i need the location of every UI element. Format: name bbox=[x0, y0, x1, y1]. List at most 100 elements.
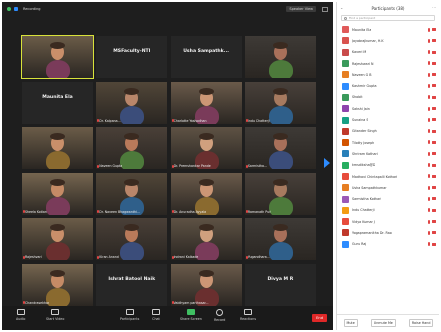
participant-status-icons bbox=[427, 174, 436, 179]
tile-display-name: Maunita Ela bbox=[42, 94, 73, 100]
mute-all-button[interactable]: Mute bbox=[343, 318, 358, 327]
toolbar-reactions-button[interactable]: Reactions bbox=[240, 309, 256, 321]
participant-row[interactable]: Kashmir Gupta bbox=[337, 80, 439, 91]
panel-title: Participants (38) bbox=[371, 5, 405, 11]
video-tile[interactable]: Rajeshvari bbox=[22, 218, 93, 260]
muted-mic-icon bbox=[427, 219, 430, 224]
participant-row[interactable]: Vidya Kumar J bbox=[337, 216, 439, 227]
participant-row[interactable]: Sakshi Jain bbox=[337, 103, 439, 114]
popout-icon[interactable]: ⋯ bbox=[432, 5, 436, 10]
search-icon bbox=[344, 16, 347, 20]
participant-silhouette bbox=[120, 242, 145, 260]
video-tile[interactable]: Indrani Kaikade bbox=[170, 218, 242, 260]
participant-name: Kaveri M bbox=[352, 50, 367, 55]
participant-search-input[interactable]: Find a participant bbox=[341, 15, 435, 21]
participant-row[interactable]: Jayabrajkumar, H.K bbox=[337, 35, 439, 46]
participant-row[interactable]: Rajeshwari N bbox=[337, 58, 439, 69]
fullscreen-icon[interactable] bbox=[322, 6, 328, 12]
participant-name: Yogapramanitha Dr. Rao bbox=[352, 230, 392, 235]
toolbar-chat-button[interactable]: Chat bbox=[152, 309, 160, 321]
video-tile[interactable]: Dr. Kalpana... bbox=[96, 81, 168, 124]
video-off-icon bbox=[432, 50, 436, 54]
participant-row[interactable]: Naveen G B bbox=[337, 69, 439, 80]
participant-status-icons bbox=[427, 106, 436, 111]
avatar bbox=[342, 26, 349, 34]
video-tile[interactable]: Chandrasekhar bbox=[22, 263, 93, 306]
participant-silhouette bbox=[268, 151, 293, 169]
participant-row[interactable]: Indu Chatterji bbox=[337, 205, 439, 216]
tile-name-label: Kiran Anand bbox=[99, 255, 119, 259]
video-camera-icon bbox=[51, 309, 60, 315]
panel-header: ⌄ Participants (38) ⋯ bbox=[337, 2, 439, 14]
video-tile[interactable]: Usha Sampathk... bbox=[170, 36, 242, 78]
tile-name-label: Yugandhara... bbox=[247, 255, 270, 259]
toolbar-participants-button[interactable]: Participants bbox=[120, 309, 139, 321]
participant-row[interactable]: Kaveri M bbox=[337, 47, 439, 58]
tile-name-label: Vaidhyam parthasar... bbox=[173, 300, 209, 305]
toolbar-share-screen-button[interactable]: Share Screen bbox=[180, 309, 202, 321]
video-tile[interactable] bbox=[244, 36, 316, 78]
video-tile[interactable]: Sarmistha... bbox=[244, 127, 316, 169]
participant-row[interactable]: kmsdiksha@D bbox=[337, 160, 439, 171]
video-tile[interactable]: Maunita Ela bbox=[22, 81, 93, 124]
video-tile[interactable]: Indu Chatterji bbox=[244, 81, 316, 124]
participant-row[interactable]: Tilotty Joseph bbox=[337, 137, 439, 148]
participant-row[interactable]: Usha Sampathkumar bbox=[337, 182, 439, 193]
end-meeting-button[interactable]: End bbox=[312, 314, 327, 322]
toolbar-microphone-button[interactable]: Audio bbox=[16, 309, 25, 321]
raise-hand-button[interactable]: Raise Hand bbox=[408, 318, 434, 327]
video-tile[interactable]: Vaidhyam parthasar... bbox=[170, 263, 242, 306]
video-tile[interactable]: Dr. Anuradha Ayyala bbox=[170, 172, 242, 215]
video-tile[interactable]: Divya M R bbox=[244, 263, 316, 306]
participant-name: Sakshi Jain bbox=[352, 106, 370, 111]
panel-footer: Mute Unmute Me Raise Hand bbox=[337, 314, 439, 330]
collapse-icon[interactable]: ⌄ bbox=[340, 5, 343, 10]
participant-row[interactable]: Gitander Singh bbox=[337, 126, 439, 137]
participant-row[interactable]: Shobit bbox=[337, 92, 439, 103]
meeting-toolbar: End Audio Start Video Participants Chat Shar… bbox=[2, 306, 333, 330]
participant-name: Vidya Kumar J bbox=[352, 219, 375, 224]
participant-row[interactable]: Maunita Ela bbox=[337, 24, 439, 35]
participant-row[interactable]: Guru Raj bbox=[337, 239, 439, 250]
participant-status-icons bbox=[427, 83, 436, 88]
participant-hair bbox=[272, 133, 288, 140]
video-tile[interactable] bbox=[21, 35, 94, 79]
unmute-me-button[interactable]: Unmute Me bbox=[370, 318, 396, 327]
next-page-arrow-icon[interactable] bbox=[324, 158, 330, 168]
video-tile[interactable]: Sheela Kotian bbox=[22, 172, 93, 215]
video-tile[interactable]: Yugandhara... bbox=[244, 218, 316, 260]
video-tile[interactable]: Dr. Naveen Bhagwanthi... bbox=[96, 172, 168, 215]
toolbar-video-camera-button[interactable]: Start Video bbox=[46, 309, 64, 321]
participant-status-icons bbox=[427, 72, 436, 77]
toolbar-record-button[interactable]: Record bbox=[214, 309, 225, 322]
video-off-icon bbox=[432, 28, 436, 31]
video-tile[interactable] bbox=[22, 127, 93, 169]
participant-row[interactable]: Madhavi Chintapalli Kothari bbox=[337, 171, 439, 182]
video-tile[interactable]: Charlotte Yashodhan bbox=[170, 81, 242, 124]
tile-name-label: Dr. Naveen Bhagwanthi... bbox=[99, 209, 140, 214]
tile-display-name: Divya M R bbox=[267, 276, 294, 282]
video-tile[interactable]: Ishrat Batool Naik bbox=[96, 263, 168, 306]
participant-name: Madhavi Chintapalli Kothari bbox=[352, 174, 398, 179]
video-tile[interactable]: Dr. Premshankar Pande bbox=[170, 127, 242, 169]
participant-row[interactable]: Shriram Kothari bbox=[337, 148, 439, 159]
participant-hair bbox=[198, 133, 214, 140]
participant-row[interactable]: Sarmistha Kothari bbox=[337, 193, 439, 204]
speaker-view-button[interactable]: Speaker View bbox=[286, 6, 316, 12]
search-placeholder: Find a participant bbox=[349, 16, 376, 20]
toolbar-label: Chat bbox=[152, 317, 160, 321]
video-tile[interactable]: Kiran Anand bbox=[96, 218, 168, 260]
video-tile[interactable]: Naveen Gupta bbox=[96, 127, 168, 169]
avatar bbox=[342, 116, 349, 124]
security-shield-icon[interactable] bbox=[14, 7, 18, 11]
participant-hair bbox=[50, 269, 65, 277]
tile-name-label: Sarmistha... bbox=[247, 164, 268, 168]
avatar bbox=[342, 184, 349, 192]
video-tile[interactable]: MSFaculty-NTI bbox=[96, 36, 168, 78]
participant-row[interactable]: Yogapramanitha Dr. Rao bbox=[337, 227, 439, 238]
avatar bbox=[342, 229, 349, 237]
tile-name-label: Chandrasekhar bbox=[25, 300, 50, 305]
participant-row[interactable]: Sunaina S bbox=[337, 114, 439, 125]
participant-hair bbox=[198, 178, 214, 186]
video-tile[interactable]: Ramanath Puri bbox=[244, 172, 316, 215]
